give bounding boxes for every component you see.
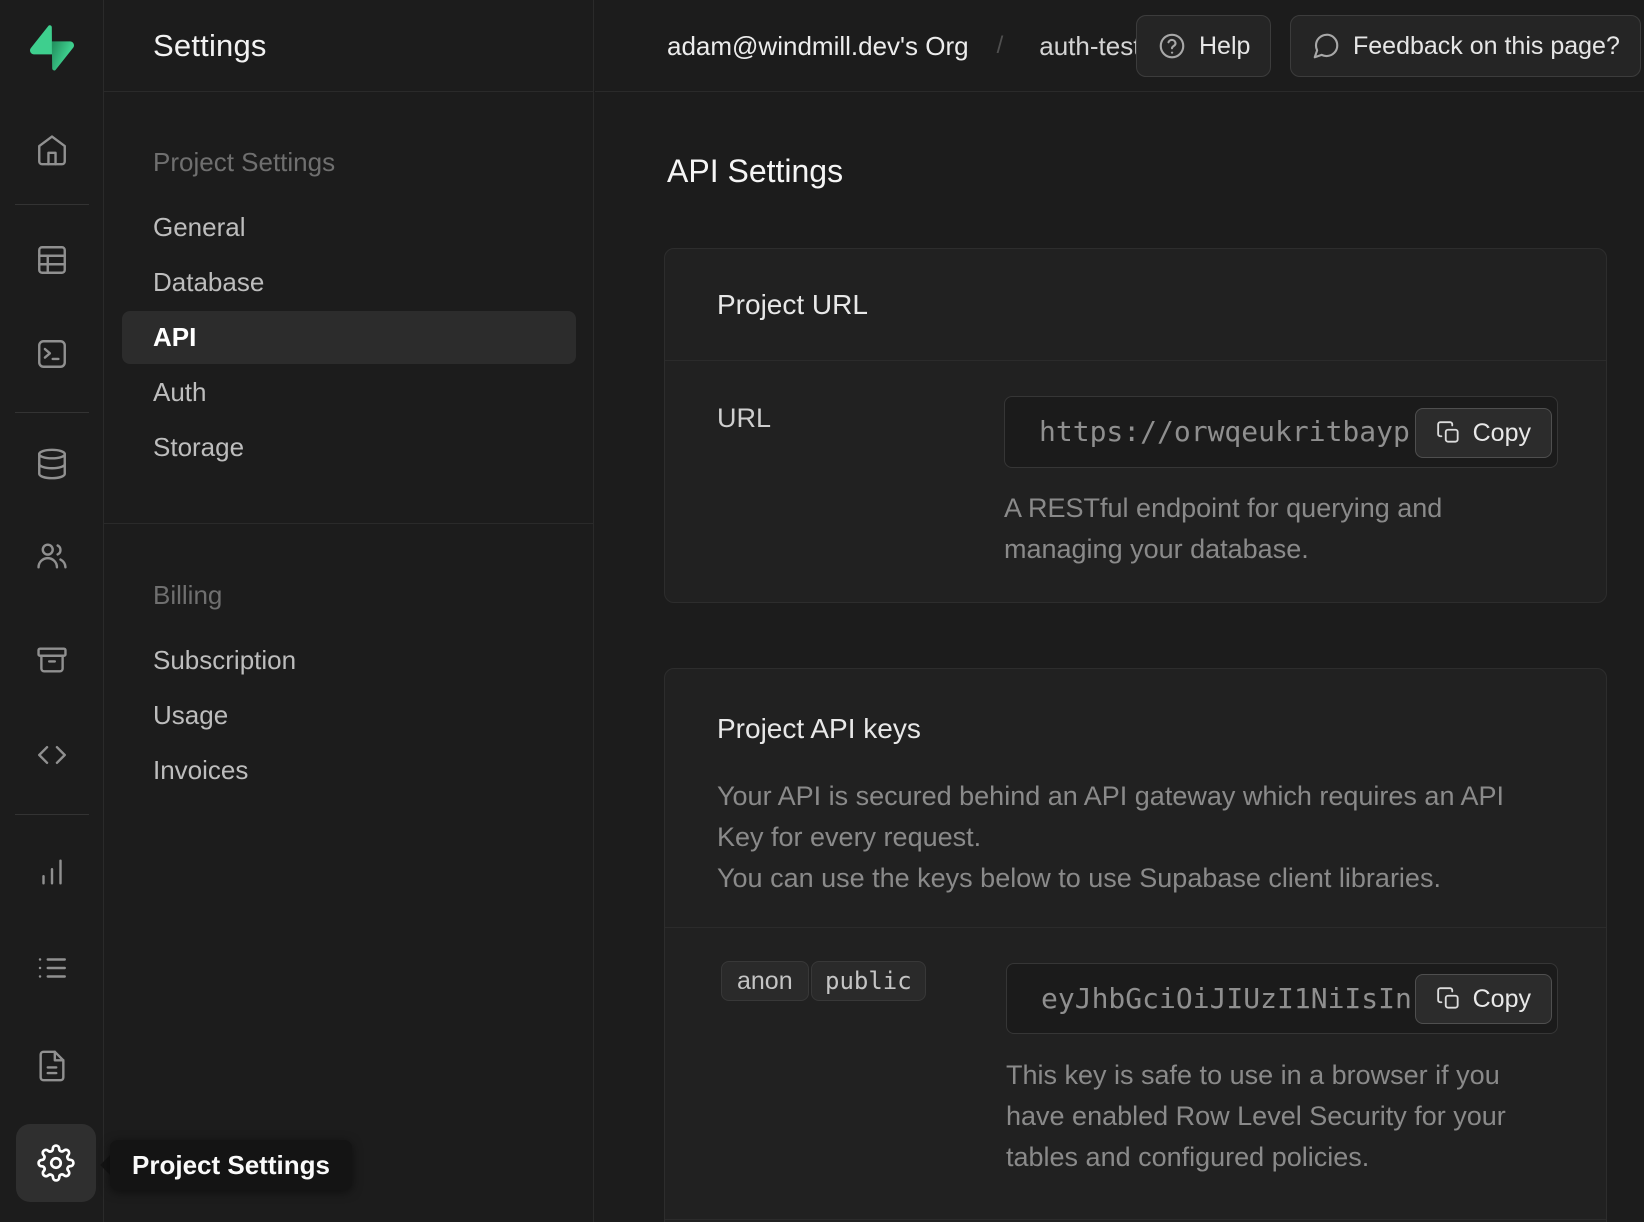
feedback-button-label: Feedback on this page? (1353, 32, 1620, 61)
copy-anon-key-button[interactable]: Copy (1415, 974, 1552, 1024)
nav-section-billing: Billing (153, 575, 222, 615)
copy-url-button[interactable]: Copy (1415, 408, 1552, 458)
card-divider (665, 1219, 1606, 1220)
api-docs-icon (35, 1049, 69, 1083)
sidebar-item-database[interactable] (0, 434, 104, 494)
home-icon (35, 133, 69, 167)
sidebar-item-project-settings[interactable] (16, 1124, 96, 1202)
nav-item-database[interactable]: Database (153, 262, 264, 302)
logs-icon (35, 951, 69, 985)
storage-icon (35, 643, 69, 677)
edge-functions-icon (35, 738, 69, 772)
sidebar-item-logs[interactable] (0, 938, 104, 998)
sidebar-item-table-editor[interactable] (0, 230, 104, 290)
nav-section-divider (104, 523, 594, 524)
rail-divider (15, 204, 89, 205)
database-icon (35, 447, 69, 481)
table-editor-icon (35, 243, 69, 277)
page-title: API Settings (667, 148, 843, 194)
sidebar-item-storage[interactable] (0, 630, 104, 690)
project-url-card: Project URL URL https://orwqeukritbayp C… (664, 248, 1607, 603)
sidebar-item-home[interactable] (0, 120, 104, 180)
sidebar-item-edge-functions[interactable] (0, 725, 104, 785)
supabase-logo[interactable] (0, 20, 104, 76)
nav-item-auth[interactable]: Auth (153, 372, 207, 412)
rail-divider (15, 814, 89, 815)
api-keys-card-intro: Your API is secured behind an API gatewa… (717, 776, 1537, 899)
api-keys-intro-line1: Your API is secured behind an API gatewa… (717, 776, 1537, 858)
project-settings-tooltip: Project Settings (110, 1140, 352, 1190)
url-field-label: URL (717, 398, 771, 438)
nav-item-api[interactable]: API (122, 311, 576, 364)
anon-badge: anon (721, 961, 809, 1001)
app-window: Settings Project Settings General Databa… (0, 0, 1644, 1222)
nav-item-invoices[interactable]: Invoices (153, 750, 248, 790)
feedback-button[interactable]: Feedback on this page? (1290, 15, 1641, 77)
api-keys-intro-line2: You can use the keys below to use Supaba… (717, 858, 1537, 899)
project-url-card-title: Project URL (717, 249, 868, 360)
sidebar-item-api-docs[interactable] (0, 1036, 104, 1096)
api-keys-card-title: Project API keys (717, 709, 921, 749)
sidebar-item-reports[interactable] (0, 842, 104, 902)
feedback-bubble-icon (1311, 31, 1341, 61)
copy-url-label: Copy (1473, 419, 1531, 448)
auth-users-icon (35, 539, 69, 573)
help-button[interactable]: Help (1136, 15, 1271, 77)
project-settings-gear-icon (37, 1144, 75, 1182)
settings-nav-panel: Settings Project Settings General Databa… (104, 0, 594, 1222)
breadcrumb-separator: / (997, 32, 1004, 60)
nav-item-subscription[interactable]: Subscription (153, 640, 296, 680)
main-content: API Settings Project URL URL https://orw… (595, 92, 1644, 1222)
nav-section-project-settings: Project Settings (153, 142, 335, 182)
sidebar-item-auth[interactable] (0, 526, 104, 586)
nav-item-general[interactable]: General (153, 207, 246, 247)
copy-icon (1436, 420, 1462, 446)
help-button-label: Help (1199, 32, 1250, 61)
breadcrumb-project[interactable]: auth-test (1039, 31, 1140, 62)
breadcrumb-org[interactable]: adam@windmill.dev's Org (667, 31, 969, 62)
copy-icon (1436, 986, 1462, 1012)
copy-anon-key-label: Copy (1473, 985, 1531, 1014)
supabase-logo-icon (30, 25, 74, 71)
anon-key-description: This key is safe to use in a browser if … (1006, 1055, 1521, 1178)
reports-icon (35, 855, 69, 889)
card-divider (665, 360, 1606, 361)
card-divider (665, 927, 1606, 928)
panel-title: Settings (153, 28, 267, 64)
help-circle-icon (1157, 31, 1187, 61)
project-api-keys-card: Project API keys Your API is secured beh… (664, 668, 1607, 1222)
anon-key-field[interactable]: eyJhbGciOiJIUzI1NiIsIn Copy (1006, 963, 1558, 1034)
icon-rail (0, 0, 104, 1222)
settings-panel-header: Settings (104, 0, 593, 92)
project-url-field[interactable]: https://orwqeukritbayp Copy (1004, 396, 1558, 468)
sidebar-item-sql-editor[interactable] (0, 324, 104, 384)
top-bar: adam@windmill.dev's Org / auth-test Help… (595, 0, 1644, 92)
rail-divider (15, 412, 89, 413)
url-field-description: A RESTful endpoint for querying and mana… (1004, 488, 1474, 570)
breadcrumb: adam@windmill.dev's Org / auth-test (667, 0, 1140, 92)
sql-editor-icon (35, 337, 69, 371)
nav-item-usage[interactable]: Usage (153, 695, 228, 735)
nav-item-storage[interactable]: Storage (153, 427, 244, 467)
public-badge: public (811, 961, 926, 1001)
